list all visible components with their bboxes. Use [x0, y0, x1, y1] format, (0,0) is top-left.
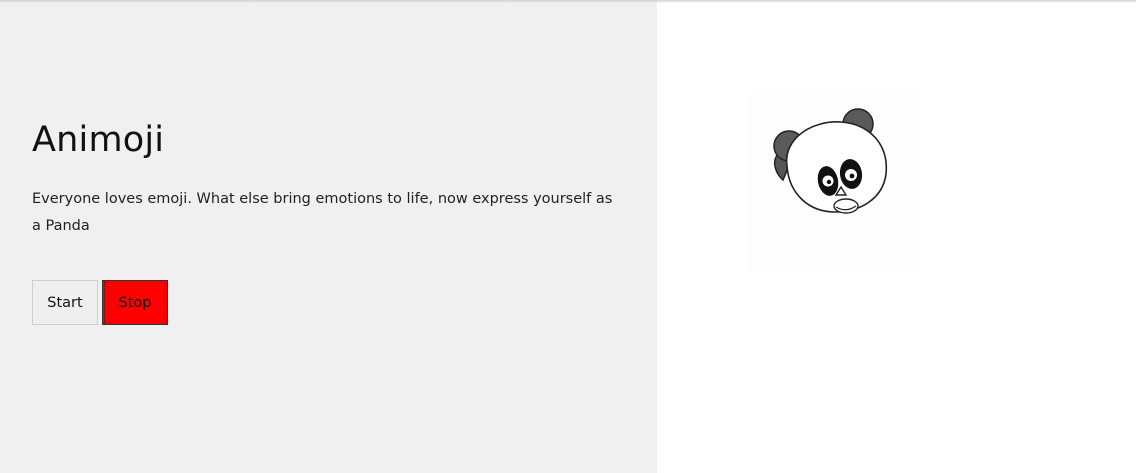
page-title: Animoji [32, 120, 165, 160]
page-description: Everyone loves emoji. What else bring em… [32, 191, 613, 234]
emoji-panel [657, 0, 1136, 473]
page: Animoji Everyone loves emoji. What else … [0, 0, 1136, 473]
start-button[interactable]: Start [32, 280, 98, 325]
top-shadow [0, 0, 1136, 3]
panda-face-icon [773, 108, 888, 214]
hero-panel: Animoji Everyone loves emoji. What else … [0, 0, 657, 473]
animoji-display [749, 94, 920, 272]
stop-button[interactable]: Stop [102, 280, 168, 325]
